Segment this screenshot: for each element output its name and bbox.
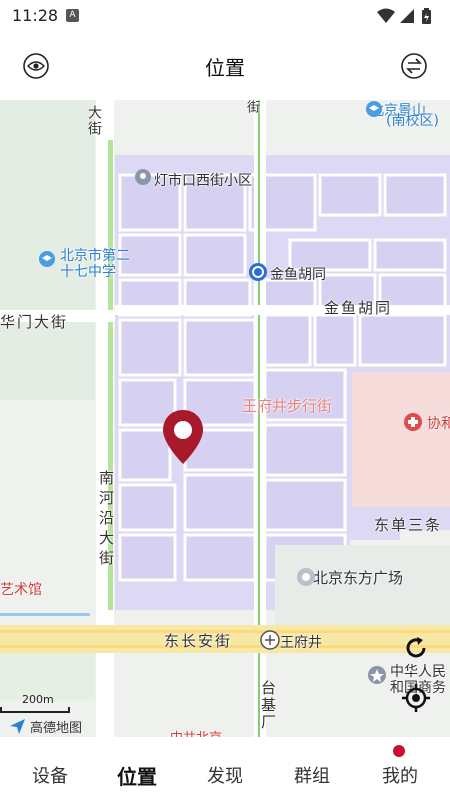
map-label-nanheyan: 南河沿大街: [97, 470, 115, 570]
poi-marker-icon: [135, 169, 151, 185]
hospital-icon: [404, 413, 422, 431]
map-label-dengshikou[interactable]: 灯市口西街小区: [154, 170, 252, 190]
map-label-dongdan: 东单三条: [374, 516, 443, 534]
tab-devices[interactable]: 设备: [15, 762, 85, 788]
metro-icon-wangfujing: [260, 630, 280, 650]
school-icon-top: [366, 101, 382, 117]
location-pin-icon[interactable]: [160, 408, 206, 466]
map-label-taijichang: 台基厂: [259, 680, 277, 731]
map-label-jinyu-metro[interactable]: 金鱼胡同: [270, 264, 326, 284]
switch-icon[interactable]: [398, 50, 430, 82]
status-icons: [376, 7, 438, 29]
page-title: 位置: [205, 56, 245, 80]
government-icon: [368, 666, 386, 684]
map-label-oriental-plaza[interactable]: 北京东方广场: [313, 567, 403, 588]
notification-badge: A: [66, 9, 79, 22]
status-bar: 11:28 A: [0, 0, 450, 32]
battery-icon: [422, 8, 431, 24]
map-label-wangfujing-walk[interactable]: 王府井步行街: [242, 395, 332, 416]
map-view[interactable]: 大街 街 北京景山 (南校区) 灯市口西街小区 北京市第二 十七中学 金鱼胡同 …: [0, 100, 450, 737]
tab-groups[interactable]: 群组: [277, 762, 347, 788]
map-label-art-museum[interactable]: 艺术馆: [0, 579, 42, 599]
map-label-jie-top: 街: [244, 100, 259, 115]
map-brand-label: 高德地图: [30, 721, 83, 736]
amap-logo-icon: [10, 719, 25, 734]
tab-discover[interactable]: 发现: [190, 762, 260, 788]
bottom-nav: 设备 位置 发现 群组 我的: [0, 737, 450, 801]
metro-icon: [249, 263, 267, 281]
map-scale: 200m: [0, 693, 70, 713]
map-label-xiehe[interactable]: 协和: [427, 413, 450, 433]
map-label-school-27-line2[interactable]: 十七中学: [60, 261, 116, 281]
map-label-bottom-red[interactable]: 中共北京: [170, 727, 222, 737]
tab-me[interactable]: 我的: [365, 762, 435, 788]
tab-location[interactable]: 位置: [102, 761, 172, 790]
map-label-changan: 东长安街: [164, 632, 233, 650]
app-header: 位置: [0, 32, 450, 100]
map-label-huamen: 华门大街: [0, 313, 69, 331]
crosshair-locate-icon[interactable]: [398, 680, 434, 716]
status-time: 11:28: [12, 6, 59, 25]
signal-icon: [400, 9, 414, 23]
map-label-nanxiaoqu[interactable]: (南校区): [386, 110, 439, 130]
map-label-dajie: 大街: [86, 105, 102, 137]
refresh-icon[interactable]: [398, 630, 434, 666]
plaza-icon: [297, 568, 315, 586]
wifi-icon: [377, 8, 395, 23]
map-label-jinyu-road: 金鱼胡同: [324, 299, 393, 317]
map-scale-label: 200m: [22, 693, 54, 706]
map-label-wangfujing-metro[interactable]: 王府井: [280, 632, 322, 652]
school-icon: [39, 251, 55, 267]
notification-dot: [393, 745, 405, 757]
